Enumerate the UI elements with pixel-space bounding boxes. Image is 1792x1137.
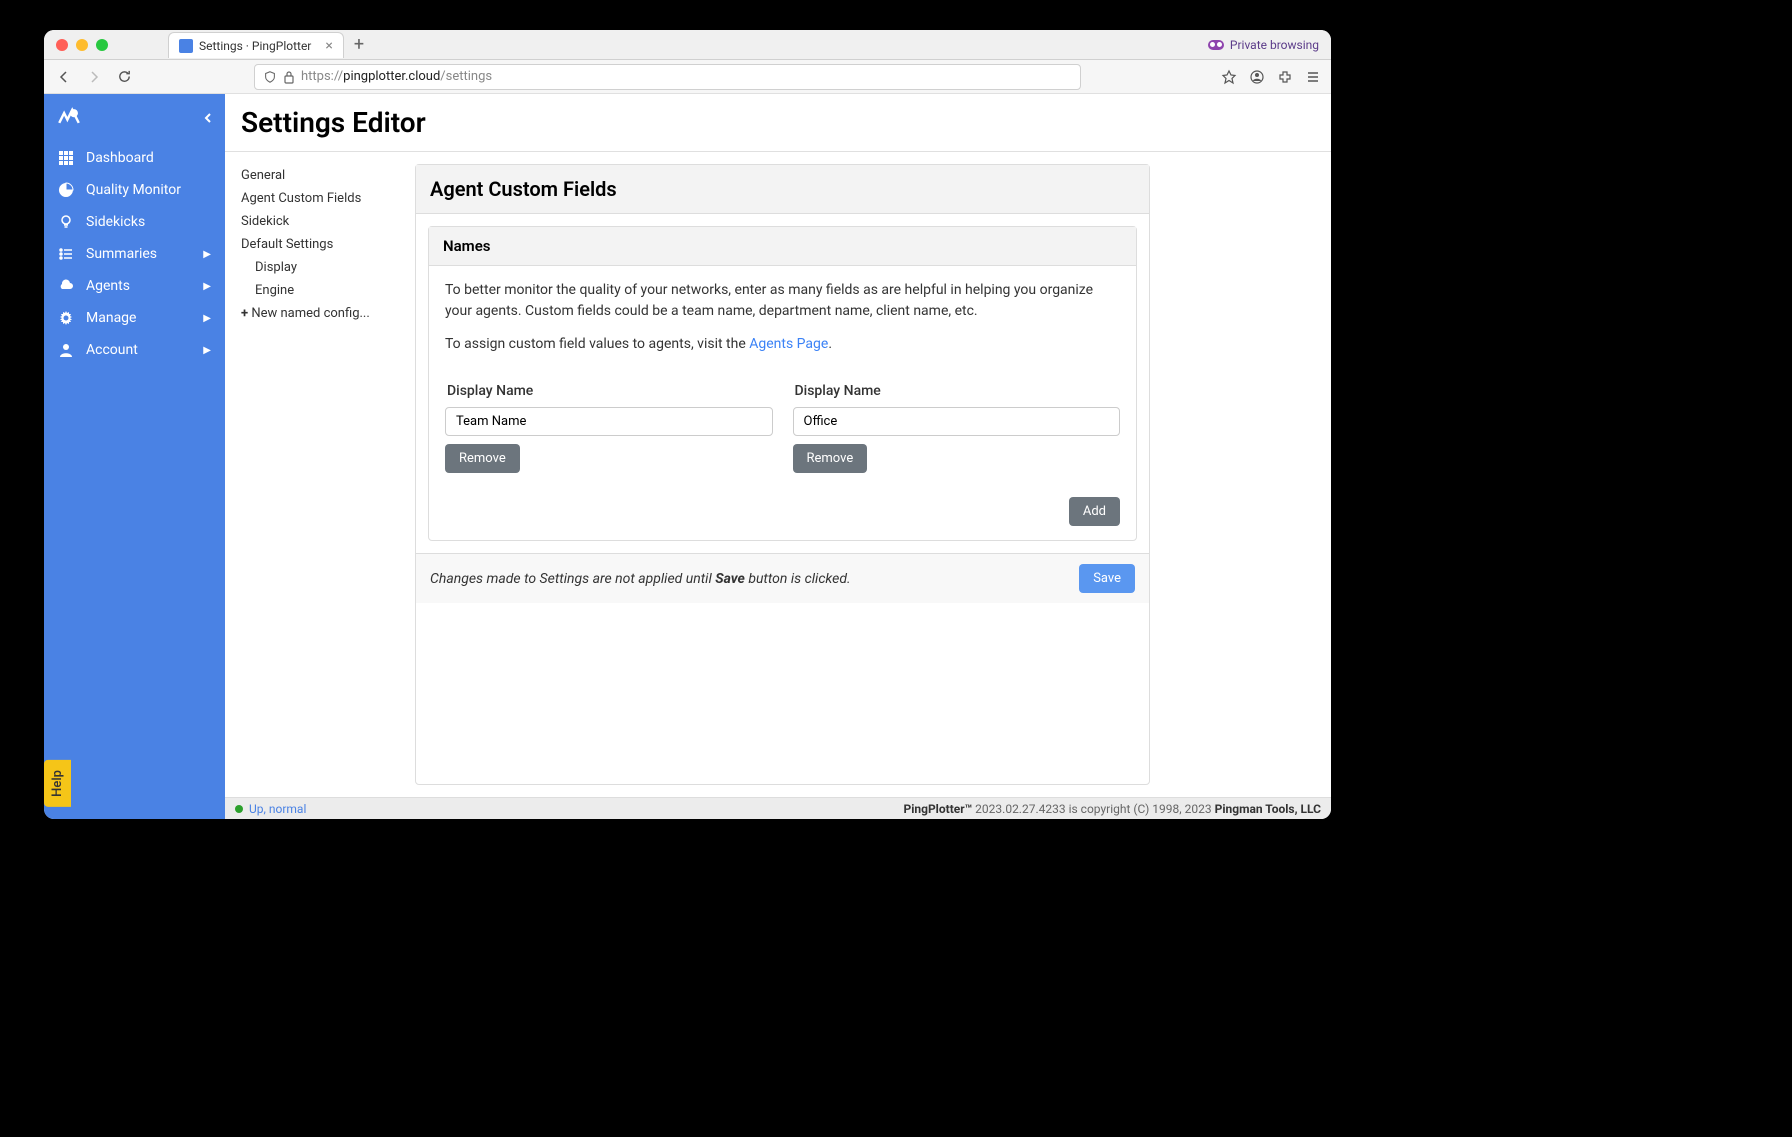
window-maximize-button[interactable] xyxy=(96,39,108,51)
page-title: Settings Editor xyxy=(225,94,1331,152)
browser-tabs: Settings · PingPlotter × + xyxy=(168,32,1208,57)
content-row: General Agent Custom Fields Sidekick Def… xyxy=(225,152,1331,797)
add-button[interactable]: Add xyxy=(1069,497,1120,526)
display-name-input-2[interactable] xyxy=(793,407,1121,436)
sidebar-item-summaries[interactable]: Summaries ▶ xyxy=(44,238,225,270)
list-icon xyxy=(58,246,74,262)
settings-nav: General Agent Custom Fields Sidekick Def… xyxy=(241,164,391,785)
new-tab-button[interactable]: + xyxy=(350,34,368,55)
status-dot-icon xyxy=(235,805,243,813)
menu-icon[interactable] xyxy=(1305,69,1321,85)
window-minimize-button[interactable] xyxy=(76,39,88,51)
settings-nav-default-settings[interactable]: Default Settings xyxy=(241,233,391,256)
gear-icon xyxy=(58,310,74,326)
panel-footer: Changes made to Settings are not applied… xyxy=(416,553,1149,603)
browser-titlebar: Settings · PingPlotter × + Private brows… xyxy=(44,30,1331,60)
tab-close-icon[interactable]: × xyxy=(325,38,332,54)
status-text: Up, normal xyxy=(249,802,306,816)
chevron-right-icon: ▶ xyxy=(203,281,211,292)
main-content: Settings Editor General Agent Custom Fie… xyxy=(225,94,1331,819)
toolbar-right-icons xyxy=(1221,69,1321,85)
help-tab[interactable]: Help xyxy=(44,760,71,807)
sidebar-header xyxy=(44,94,225,142)
extensions-icon[interactable] xyxy=(1277,69,1293,85)
sidebar-item-dashboard[interactable]: Dashboard xyxy=(44,142,225,174)
sidebar-item-agents[interactable]: Agents ▶ xyxy=(44,270,225,302)
app-window: Settings · PingPlotter × + Private brows… xyxy=(44,30,1331,819)
sidebar-item-manage[interactable]: Manage ▶ xyxy=(44,302,225,334)
settings-nav-engine[interactable]: Engine xyxy=(241,279,391,302)
nav-forward-button[interactable] xyxy=(84,67,104,87)
settings-panel: Agent Custom Fields Names To better moni… xyxy=(415,164,1150,785)
agents-page-link[interactable]: Agents Page xyxy=(749,336,828,352)
lightbulb-icon xyxy=(58,214,74,230)
mask-icon xyxy=(1208,40,1224,50)
settings-nav-sidekick[interactable]: Sidekick xyxy=(241,210,391,233)
sidebar-item-account[interactable]: Account ▶ xyxy=(44,334,225,366)
sidebar-item-sidekicks[interactable]: Sidekicks xyxy=(44,206,225,238)
settings-nav-agent-custom-fields[interactable]: Agent Custom Fields xyxy=(241,187,391,210)
panel-body: Names To better monitor the quality of y… xyxy=(416,214,1149,553)
status-copyright: PingPlotter™ 2023.02.27.4233 is copyrigh… xyxy=(903,802,1321,816)
lock-icon xyxy=(283,70,295,84)
nav-label: Quality Monitor xyxy=(86,182,181,198)
add-row: Add xyxy=(445,497,1120,526)
favicon-icon xyxy=(179,39,193,53)
custom-fields-row: Display Name Remove Display Name Remove xyxy=(445,383,1120,473)
footer-note: Changes made to Settings are not applied… xyxy=(430,571,851,587)
field-label: Display Name xyxy=(793,383,1121,399)
browser-toolbar: https://pingplotter.cloud/settings xyxy=(44,60,1331,94)
nav-label: Manage xyxy=(86,310,136,326)
remove-button-1[interactable]: Remove xyxy=(445,444,520,473)
nav-label: Sidekicks xyxy=(86,214,145,230)
browser-tab-active[interactable]: Settings · PingPlotter × xyxy=(168,32,344,58)
account-icon[interactable] xyxy=(1249,69,1265,85)
description-2: To assign custom field values to agents,… xyxy=(445,334,1120,355)
settings-nav-display[interactable]: Display xyxy=(241,256,391,279)
chevron-right-icon: ▶ xyxy=(203,313,211,324)
description-1: To better monitor the quality of your ne… xyxy=(445,280,1120,322)
custom-field-1: Display Name Remove xyxy=(445,383,773,473)
status-bar: Up, normal PingPlotter™ 2023.02.27.4233 … xyxy=(225,797,1331,819)
tab-title: Settings · PingPlotter xyxy=(199,39,311,53)
sidebar-collapse-button[interactable] xyxy=(203,112,213,124)
remove-button-2[interactable]: Remove xyxy=(793,444,868,473)
nav-label: Dashboard xyxy=(86,150,154,166)
sidebar: Dashboard Quality Monitor Sidekicks Summ… xyxy=(44,94,225,819)
display-name-input-1[interactable] xyxy=(445,407,773,436)
grid-icon xyxy=(58,150,74,166)
person-icon xyxy=(58,342,74,358)
settings-nav-general[interactable]: General xyxy=(241,164,391,187)
save-button[interactable]: Save xyxy=(1079,564,1135,593)
url-text: https://pingplotter.cloud/settings xyxy=(301,69,492,84)
nav-reload-button[interactable] xyxy=(114,67,134,87)
chevron-right-icon: ▶ xyxy=(203,345,211,356)
pie-chart-icon xyxy=(58,182,74,198)
custom-field-2: Display Name Remove xyxy=(793,383,1121,473)
nav-label: Summaries xyxy=(86,246,157,262)
nav-back-button[interactable] xyxy=(54,67,74,87)
card-title: Names xyxy=(429,227,1136,266)
panel-title: Agent Custom Fields xyxy=(416,165,1149,214)
settings-nav-new-named-config[interactable]: New named config... xyxy=(241,302,391,325)
app-body: Dashboard Quality Monitor Sidekicks Summ… xyxy=(44,94,1331,819)
nav-label: Agents xyxy=(86,278,130,294)
address-bar[interactable]: https://pingplotter.cloud/settings xyxy=(254,64,1081,90)
chevron-right-icon: ▶ xyxy=(203,249,211,260)
cloud-icon xyxy=(58,278,74,294)
nav-label: Account xyxy=(86,342,138,358)
traffic-lights xyxy=(56,39,108,51)
names-card: Names To better monitor the quality of y… xyxy=(428,226,1137,541)
bookmark-icon[interactable] xyxy=(1221,69,1237,85)
private-label: Private browsing xyxy=(1230,38,1319,52)
private-browsing-indicator: Private browsing xyxy=(1208,38,1319,52)
shield-icon xyxy=(263,70,277,84)
field-label: Display Name xyxy=(445,383,773,399)
app-logo xyxy=(56,105,82,131)
window-close-button[interactable] xyxy=(56,39,68,51)
sidebar-item-quality-monitor[interactable]: Quality Monitor xyxy=(44,174,225,206)
card-body: To better monitor the quality of your ne… xyxy=(429,266,1136,540)
